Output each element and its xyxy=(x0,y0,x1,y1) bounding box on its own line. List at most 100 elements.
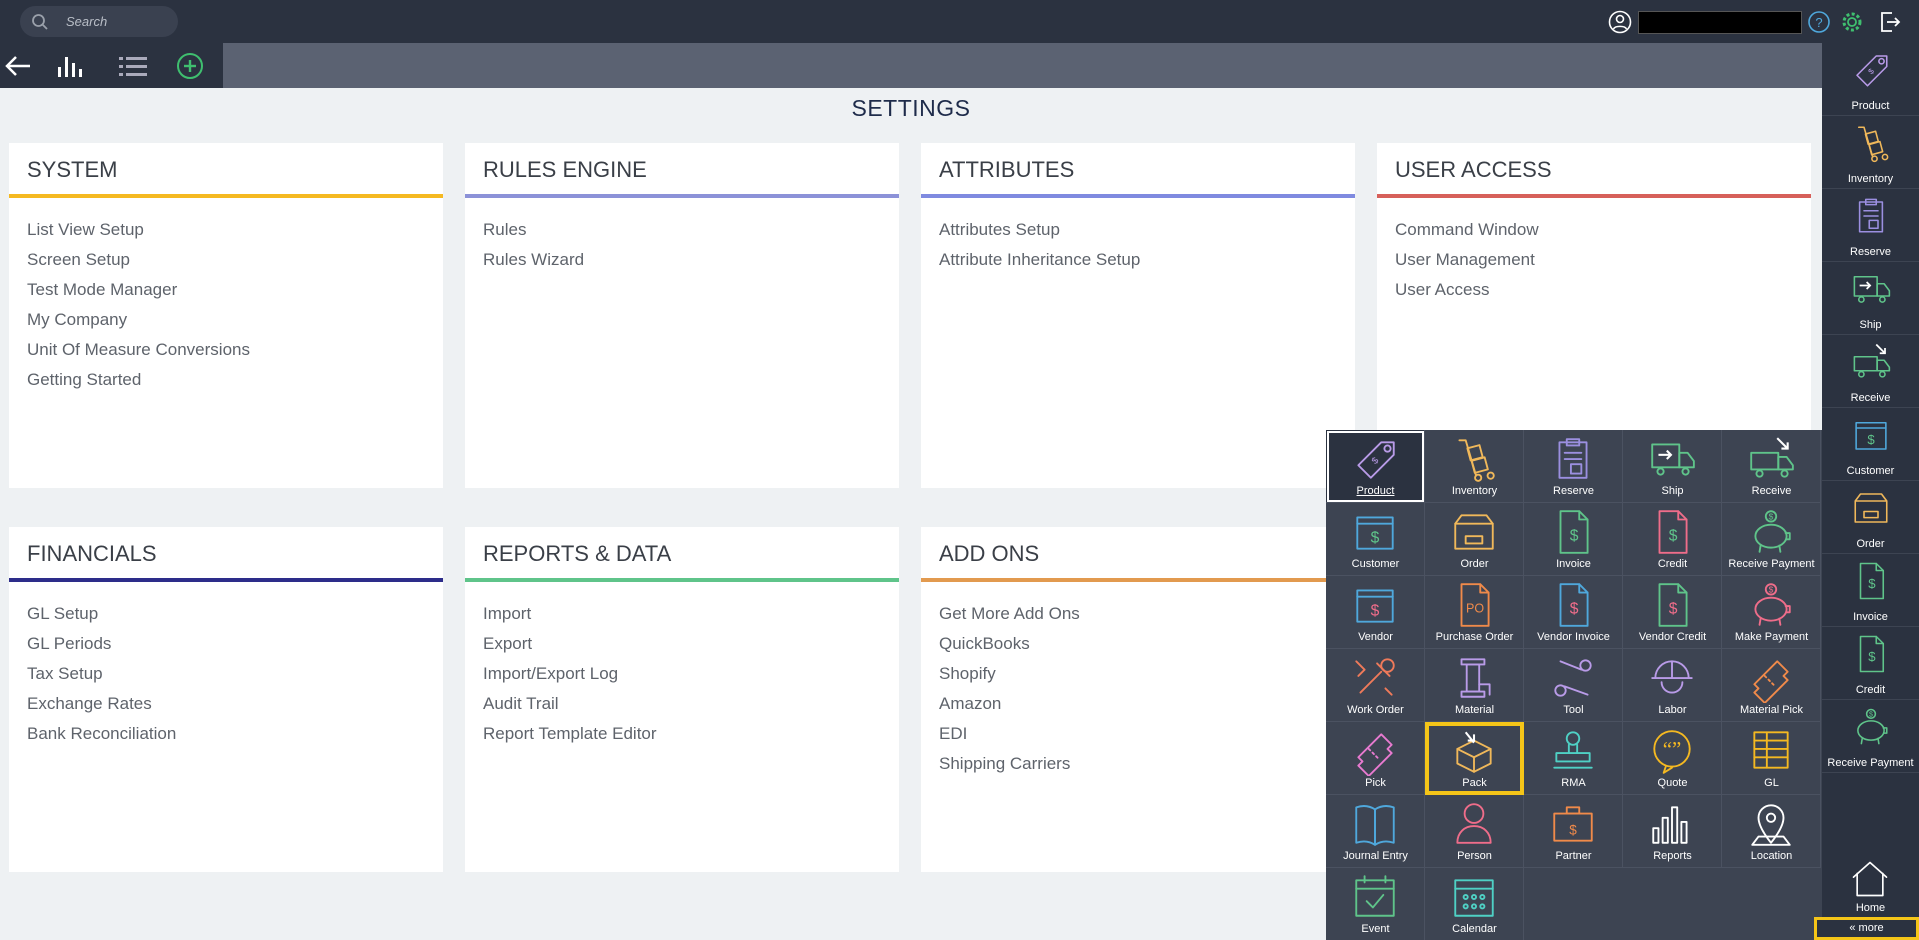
module-pick[interactable]: Pick xyxy=(1326,722,1425,795)
bar-chart-icon xyxy=(58,57,82,77)
charts-button[interactable] xyxy=(55,53,85,79)
link-shipping-carriers[interactable]: Shipping Carriers xyxy=(939,749,1080,779)
search-input[interactable] xyxy=(66,11,171,32)
link-get-more-add-ons[interactable]: Get More Add Ons xyxy=(939,599,1080,629)
sidebar-item-home[interactable]: Home xyxy=(1822,853,1919,926)
module-make-payment[interactable]: $ Make Payment xyxy=(1722,576,1821,649)
link-rules[interactable]: Rules xyxy=(483,215,584,245)
link-quickbooks[interactable]: QuickBooks xyxy=(939,629,1080,659)
module-partner[interactable]: $ Partner xyxy=(1524,795,1623,868)
link-user-management[interactable]: User Management xyxy=(1395,245,1539,275)
module-material-pick[interactable]: Material Pick xyxy=(1722,649,1821,722)
map-pin-icon xyxy=(1751,804,1791,846)
link-audit-trail[interactable]: Audit Trail xyxy=(483,689,657,719)
link-tax-setup[interactable]: Tax Setup xyxy=(27,659,176,689)
help-icon[interactable]: ? xyxy=(1807,10,1831,34)
module-inventory[interactable]: Inventory xyxy=(1425,430,1524,503)
add-button[interactable] xyxy=(175,53,205,79)
link-gl-setup[interactable]: GL Setup xyxy=(27,599,176,629)
vendor-invoice-icon: $ xyxy=(1559,583,1589,627)
module-purchase-order[interactable]: PO Purchase Order xyxy=(1425,576,1524,649)
logout-icon[interactable] xyxy=(1878,10,1902,34)
link-report-template-editor[interactable]: Report Template Editor xyxy=(483,719,657,749)
module-credit[interactable]: $ Credit xyxy=(1623,503,1722,576)
module-pack[interactable]: Pack xyxy=(1425,722,1524,795)
link-user-access[interactable]: User Access xyxy=(1395,275,1539,305)
invoice-icon: $ xyxy=(1859,562,1885,600)
module-labor[interactable]: Labor xyxy=(1623,649,1722,722)
module-event[interactable]: Event xyxy=(1326,868,1425,940)
truck-out-icon xyxy=(1853,275,1891,303)
link-amazon[interactable]: Amazon xyxy=(939,689,1080,719)
link-edi[interactable]: EDI xyxy=(939,719,1080,749)
hardhat-icon xyxy=(1651,660,1693,694)
link-attributes-setup[interactable]: Attributes Setup xyxy=(939,215,1140,245)
module-reserve[interactable]: Reserve xyxy=(1524,430,1623,503)
link-my-company[interactable]: My Company xyxy=(27,305,250,335)
link-shopify[interactable]: Shopify xyxy=(939,659,1080,689)
module-work-order[interactable]: Work Order xyxy=(1326,649,1425,722)
link-getting-started[interactable]: Getting Started xyxy=(27,365,250,395)
module-receive[interactable]: Receive xyxy=(1722,430,1821,503)
truck-out-icon xyxy=(1651,443,1695,476)
module-customer[interactable]: $ Customer xyxy=(1326,503,1425,576)
link-list-view-setup[interactable]: List View Setup xyxy=(27,215,250,245)
module-vendor-credit[interactable]: $ Vendor Credit xyxy=(1623,576,1722,649)
link-attribute-inheritance-setup[interactable]: Attribute Inheritance Setup xyxy=(939,245,1140,275)
user-icon[interactable] xyxy=(1608,10,1632,34)
back-button[interactable] xyxy=(3,53,33,79)
module-material[interactable]: Material xyxy=(1425,649,1524,722)
link-bank-reconciliation[interactable]: Bank Reconciliation xyxy=(27,719,176,749)
module-vendor-invoice[interactable]: $ Vendor Invoice xyxy=(1524,576,1623,649)
link-import-export-log[interactable]: Import/Export Log xyxy=(483,659,657,689)
search-box[interactable] xyxy=(20,6,178,37)
module-quote[interactable]: “” Quote xyxy=(1623,722,1722,795)
link-uom-conversions[interactable]: Unit Of Measure Conversions xyxy=(27,335,250,365)
sidebar-item-ship[interactable]: Ship xyxy=(1822,262,1919,335)
clipboard-icon xyxy=(1558,438,1588,479)
link-screen-setup[interactable]: Screen Setup xyxy=(27,245,250,275)
module-location[interactable]: Location xyxy=(1722,795,1821,868)
module-reports[interactable]: Reports xyxy=(1623,795,1722,868)
sidebar-item-credit[interactable]: $ Credit xyxy=(1822,627,1919,700)
sidebar-item-invoice[interactable]: $ Invoice xyxy=(1822,554,1919,627)
card-user-access: USER ACCESS Command Window User Manageme… xyxy=(1377,143,1811,430)
module-rma[interactable]: RMA xyxy=(1524,722,1623,795)
scissors-icon xyxy=(1554,659,1592,697)
module-ship[interactable]: Ship xyxy=(1623,430,1722,503)
gear-icon[interactable] xyxy=(1840,10,1864,34)
module-label: Vendor Invoice xyxy=(1537,631,1610,643)
more-button[interactable]: « more xyxy=(1814,917,1919,940)
card-list: Attributes Setup Attribute Inheritance S… xyxy=(939,215,1140,275)
link-gl-periods[interactable]: GL Periods xyxy=(27,629,176,659)
link-rules-wizard[interactable]: Rules Wizard xyxy=(483,245,584,275)
list-view-button[interactable] xyxy=(118,53,148,79)
module-calendar[interactable]: Calendar xyxy=(1425,868,1524,940)
module-gl[interactable]: GL xyxy=(1722,722,1821,795)
module-order[interactable]: Order xyxy=(1425,503,1524,576)
link-import[interactable]: Import xyxy=(483,599,657,629)
sidebar-item-inventory[interactable]: Inventory xyxy=(1822,116,1919,189)
link-command-window[interactable]: Command Window xyxy=(1395,215,1539,245)
sidebar-item-order[interactable]: Order xyxy=(1822,481,1919,554)
module-receive-payment[interactable]: $ Receive Payment xyxy=(1722,503,1821,576)
sidebar-item-customer[interactable]: $ Customer xyxy=(1822,408,1919,481)
sidebar-item-receive-payment[interactable]: $ Receive Payment xyxy=(1822,700,1919,773)
module-tool[interactable]: Tool xyxy=(1524,649,1623,722)
module-person[interactable]: Person xyxy=(1425,795,1524,868)
sidebar-item-receive[interactable]: Receive xyxy=(1822,335,1919,408)
link-test-mode-manager[interactable]: Test Mode Manager xyxy=(27,275,250,305)
svg-text:$: $ xyxy=(1868,576,1876,591)
sidebar-item-label: Invoice xyxy=(1853,611,1888,623)
svg-text:?: ? xyxy=(1815,15,1822,30)
module-invoice[interactable]: $ Invoice xyxy=(1524,503,1623,576)
sidebar-item-reserve[interactable]: Reserve xyxy=(1822,189,1919,262)
sidebar-item-product[interactable]: $ Product xyxy=(1822,43,1919,116)
link-exchange-rates[interactable]: Exchange Rates xyxy=(27,689,176,719)
module-label: Vendor xyxy=(1358,631,1393,643)
module-journal-entry[interactable]: Journal Entry xyxy=(1326,795,1425,868)
svg-text:$: $ xyxy=(1569,822,1577,837)
link-export[interactable]: Export xyxy=(483,629,657,659)
module-product[interactable]: $ Product xyxy=(1326,430,1425,503)
module-vendor[interactable]: $ Vendor xyxy=(1326,576,1425,649)
